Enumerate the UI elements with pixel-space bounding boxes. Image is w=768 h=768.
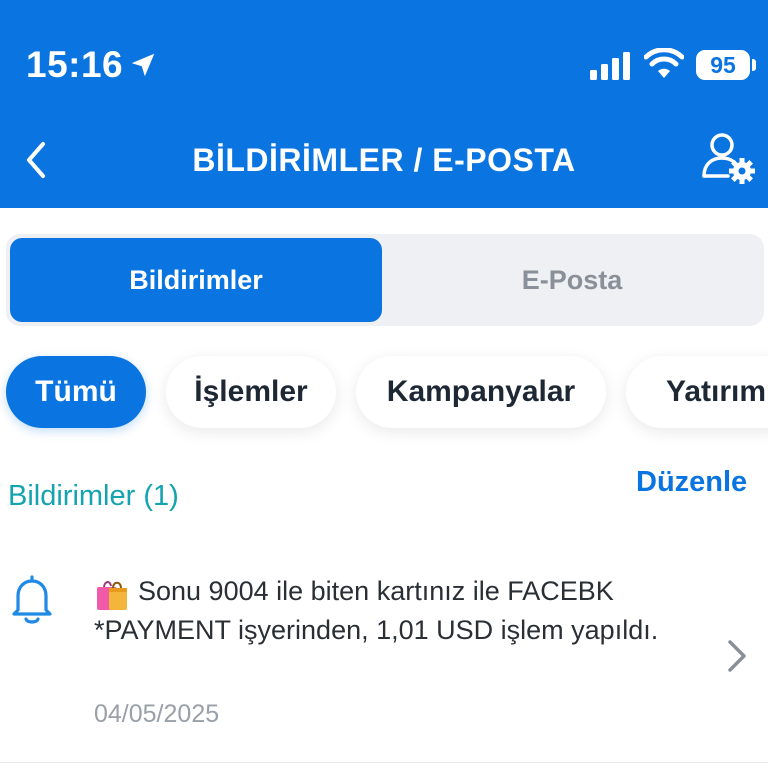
status-bar: 15:16 95: [0, 0, 768, 110]
battery-nub: [752, 59, 756, 71]
chevron-right-icon: [728, 640, 746, 672]
notification-type-tabs: Bildirimler E-Posta: [6, 234, 764, 326]
tab-bildirimler[interactable]: Bildirimler: [10, 238, 382, 322]
filter-chips: Tümü İşlemler Kampanyalar Yatırım: [0, 356, 768, 432]
wifi-icon: [644, 48, 684, 78]
filter-chip-campaigns[interactable]: Kampanyalar: [356, 356, 606, 428]
filter-chip-investment[interactable]: Yatırım: [626, 356, 768, 428]
battery-level: 95: [710, 52, 736, 78]
chevron-left-icon: [27, 142, 45, 178]
app-header: 15:16 95 BİLDİRİMLER / E-POSTA: [0, 0, 768, 208]
notification-date: 04/05/2025: [94, 700, 220, 728]
bell-icon: [12, 575, 52, 624]
tab-e-posta[interactable]: E-Posta: [386, 238, 758, 322]
signal-icon: [590, 52, 630, 80]
user-gear-icon: [702, 133, 755, 184]
notifications-screen: 15:16 95 BİLDİRİMLER / E-POSTA Bildiriml…: [0, 0, 768, 768]
battery-icon: 95: [696, 50, 750, 80]
back-button[interactable]: [12, 136, 60, 184]
notification-text: Sonu 9004 ile biten kartınız ile FACEBK …: [94, 576, 659, 645]
page-title: BİLDİRİMLER / E-POSTA: [192, 142, 576, 178]
filter-chip-all[interactable]: Tümü: [6, 356, 146, 428]
user-settings-button[interactable]: [700, 130, 758, 188]
location-arrow-icon: [131, 53, 155, 77]
filter-chip-transactions[interactable]: İşlemler: [166, 356, 336, 428]
section-title: Bildirimler (1): [8, 480, 179, 512]
list-divider: [0, 762, 768, 763]
notification-item[interactable]: Sonu 9004 ile biten kartınız ile FACEBK …: [0, 560, 768, 760]
edit-button[interactable]: Düzenle: [636, 466, 747, 499]
status-time: 15:16: [26, 44, 124, 85]
